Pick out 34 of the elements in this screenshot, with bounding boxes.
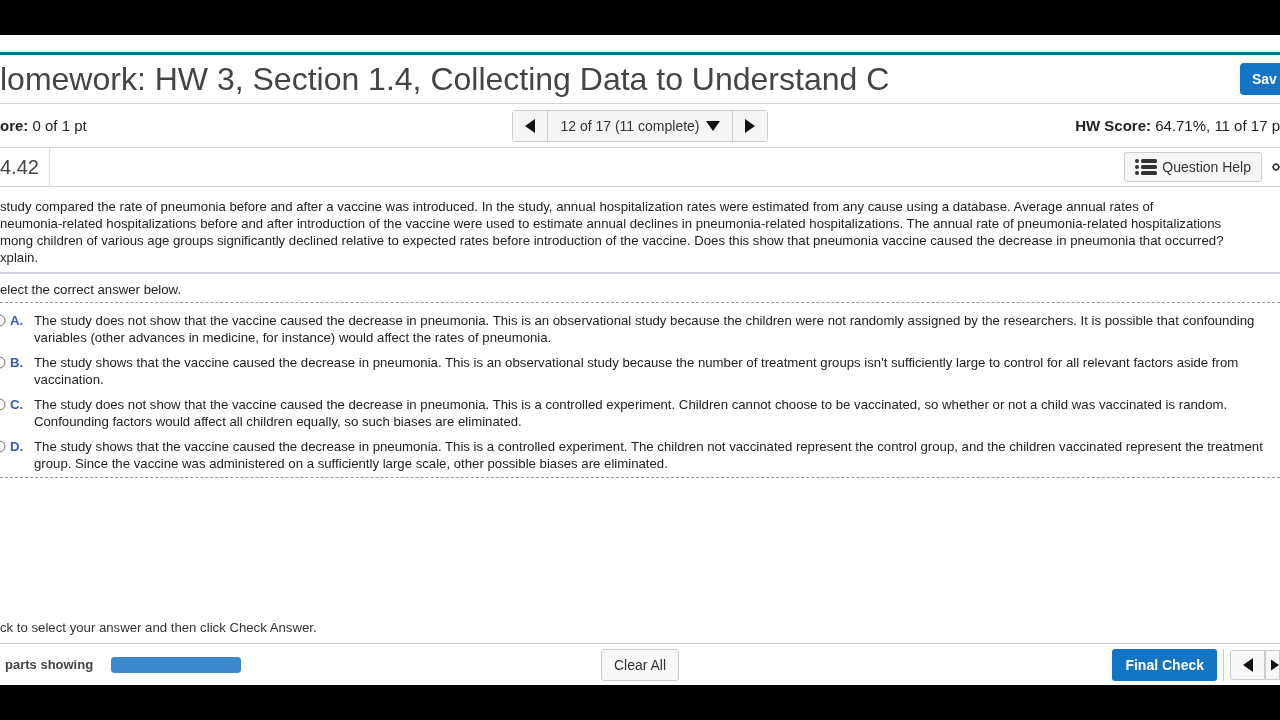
left-triangle-icon [1242, 657, 1253, 672]
caret-icon [705, 120, 720, 131]
clear-all-button[interactable]: Clear All [600, 648, 680, 681]
final-check-button[interactable]: Final Check [1112, 648, 1217, 681]
question-text-line: neumonia-related hospitalizations before and after introduction of the vaccine were used to estimate annual declines in pneumonia-related hospitalizations. The annual rate of pneumonia-related hospitalizations [0, 215, 1223, 232]
choice-letter: A. [10, 312, 25, 329]
save-button[interactable]: Sav [1240, 63, 1280, 95]
right-triangle-icon [744, 118, 755, 133]
page-title: lomework: HW 3, Section 1.4, Collecting Data to Understand C [0, 60, 890, 98]
list-icon [1135, 159, 1158, 175]
question-number: 4.42 [0, 148, 50, 186]
question-text-line: mong children of various age groups significantly declined relative to expected rates before introduction of the vaccine. Does this show that pneumonia vaccine caused the decrease in pneumonia that occurred? [0, 232, 1225, 249]
hw-score-value: 64.71%, 11 of 17 p [1155, 117, 1280, 134]
question-text-line: xplain. [0, 249, 40, 266]
left-triangle-icon [525, 118, 536, 133]
right-triangle-icon [1271, 657, 1279, 672]
score-value: 0 of 1 pt [32, 117, 87, 134]
hw-score-label: HW Score: [1075, 117, 1151, 134]
choice-text[interactable]: The study does not show that the vaccine caused the decrease in pneumonia. This is an observational study because the children were not randomly assigned by the researchers. It is possible that confounding variables (other advances in medicine, for instance) would affect the rates of pneumonia. [34, 312, 1280, 346]
question-help-button[interactable]: Question Help [1124, 152, 1262, 182]
choice-text[interactable]: The study does not show that the vaccine caused the decrease in pneumonia. This is a controlled experiment. Children cannot choose to be vaccinated, so whether or not a child was vaccinated is random. Confounding factors would affect all children equally, so such biases are eliminated. [34, 396, 1280, 430]
choice-text[interactable]: The study shows that the vaccine caused the decrease in pneumonia. This is a controlled experiment. The children not vaccinated represent the control group, and the children vaccinated represent the treatment group. Since the vaccine was administered on a sufficiently large scale, other possible biases are eliminated. [34, 438, 1280, 472]
instruction-text: ck to select your answer and then click Check Answer. [0, 620, 1280, 644]
score-label: ore: [0, 117, 29, 134]
choice-text[interactable]: The study shows that the vaccine caused the decrease in pneumonia. This is an observational study because the number of treatment groups isn't sufficiently large to control for all relevant factors aside from vaccination. [34, 354, 1280, 388]
question-selector[interactable]: 12 of 17 (11 complete) [547, 110, 733, 141]
previous-button[interactable] [1230, 649, 1265, 680]
choice-letter: B. [10, 354, 25, 371]
question-text-line: study compared the rate of pneumonia before and after a vaccine was introduced. In the study, annual hospitalization rates were estimated from any cause using a database. Average annual rates of [0, 198, 1155, 215]
choice-letter: C. [10, 396, 25, 413]
next-button[interactable] [1265, 649, 1280, 680]
choice-letter: D. [10, 438, 25, 455]
answer-prompt: elect the correct answer below. [0, 274, 1280, 303]
parts-label: parts showing [5, 657, 94, 672]
